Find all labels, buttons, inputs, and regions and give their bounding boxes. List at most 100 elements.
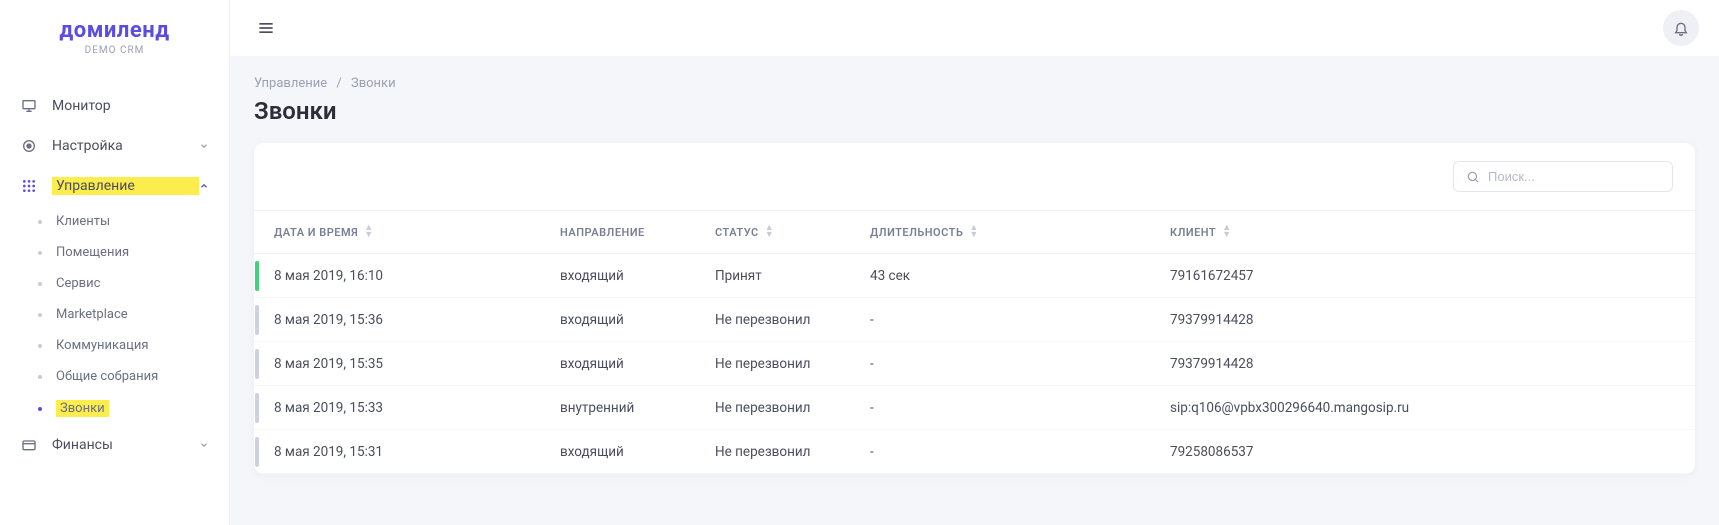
status-bar [255, 393, 259, 423]
cell-direction: входящий [560, 444, 715, 460]
calls-card: ДАТА И ВРЕМЯ ▲▼ НАПРАВЛЕНИЕ СТАТУС ▲▼ ДЛ… [254, 143, 1695, 474]
main: Управление / Звонки Звонки [230, 0, 1719, 525]
sidebar-item-monitor[interactable]: Монитор [0, 86, 229, 126]
sort-icon: ▲▼ [1222, 225, 1231, 239]
th-client[interactable]: КЛИЕНТ ▲▼ [1170, 225, 1695, 239]
cell-status: Не перезвонил [715, 400, 870, 416]
cell-status: Не перезвонил [715, 356, 870, 372]
cell-client: 79379914428 [1170, 312, 1695, 328]
cell-duration: - [870, 444, 1170, 460]
breadcrumb: Управление / Звонки [254, 76, 1695, 91]
bullet-icon [38, 313, 42, 317]
sidebar-item-label: Управление [52, 177, 199, 195]
cell-datetime: 8 мая 2019, 15:35 [260, 356, 560, 372]
cell-datetime: 8 мая 2019, 16:10 [260, 268, 560, 284]
brand-sub: DEMO CRM [20, 45, 209, 56]
table-row[interactable]: 8 мая 2019, 15:35входящийНе перезвонил-7… [254, 342, 1695, 386]
bullet-icon [38, 407, 42, 411]
bullet-icon [38, 375, 42, 379]
cell-duration: - [870, 356, 1170, 372]
sidebar-sub-label: Коммуникация [56, 338, 148, 353]
th-duration[interactable]: ДЛИТЕЛЬНОСТЬ ▲▼ [870, 225, 1170, 239]
status-bar [255, 437, 259, 467]
sidebar-sub-communication[interactable]: Коммуникация [18, 330, 229, 361]
search-input[interactable] [1488, 169, 1664, 184]
cell-direction: входящий [560, 312, 715, 328]
bullet-icon [38, 282, 42, 286]
sidebar-sub-label: Marketplace [56, 307, 128, 322]
th-direction[interactable]: НАПРАВЛЕНИЕ [560, 226, 715, 239]
card-toolbar [254, 143, 1695, 211]
cell-direction: входящий [560, 356, 715, 372]
sidebar-sub-label: Помещения [56, 245, 129, 260]
sidebar-item-label: Финансы [52, 437, 199, 453]
table-row[interactable]: 8 мая 2019, 15:36входящийНе перезвонил-7… [254, 298, 1695, 342]
menu-toggle-button[interactable] [250, 12, 282, 44]
breadcrumb-separator: / [336, 76, 341, 91]
cell-datetime: 8 мая 2019, 15:36 [260, 312, 560, 328]
bullet-icon [38, 251, 42, 255]
status-bar [255, 349, 259, 379]
sidebar-sub-calls[interactable]: Звонки [18, 392, 229, 425]
brand-name: домиленд [20, 18, 209, 43]
sort-icon: ▲▼ [364, 225, 373, 239]
breadcrumb-root[interactable]: Управление [254, 76, 327, 91]
management-subnav: Клиенты Помещения Сервис Marketplace Ком… [0, 206, 229, 425]
bell-icon [1673, 20, 1689, 36]
table-row[interactable]: 8 мая 2019, 15:31входящийНе перезвонил-7… [254, 430, 1695, 474]
cell-datetime: 8 мая 2019, 15:33 [260, 400, 560, 416]
breadcrumb-leaf: Звонки [351, 76, 396, 91]
notifications-button[interactable] [1663, 10, 1699, 46]
table-row[interactable]: 8 мая 2019, 16:10входящийПринят43 сек791… [254, 254, 1695, 298]
cell-direction: входящий [560, 268, 715, 284]
cell-client: 79258086537 [1170, 444, 1695, 460]
sidebar-item-label: Монитор [52, 98, 209, 114]
sort-icon: ▲▼ [765, 225, 774, 239]
chevron-down-icon [199, 141, 209, 151]
cell-status: Не перезвонил [715, 444, 870, 460]
table-header: ДАТА И ВРЕМЯ ▲▼ НАПРАВЛЕНИЕ СТАТУС ▲▼ ДЛ… [254, 211, 1695, 254]
calls-table: ДАТА И ВРЕМЯ ▲▼ НАПРАВЛЕНИЕ СТАТУС ▲▼ ДЛ… [254, 211, 1695, 474]
cell-datetime: 8 мая 2019, 15:31 [260, 444, 560, 460]
table-body: 8 мая 2019, 16:10входящийПринят43 сек791… [254, 254, 1695, 474]
sidebar-sub-marketplace[interactable]: Marketplace [18, 299, 229, 330]
grid-icon [20, 177, 38, 195]
sidebar-sub-meetings[interactable]: Общие собрания [18, 361, 229, 392]
sidebar: домиленд DEMO CRM Монитор Настройка [0, 0, 230, 525]
cell-status: Принят [715, 268, 870, 284]
monitor-icon [20, 97, 38, 115]
sidebar-sub-clients[interactable]: Клиенты [18, 206, 229, 237]
cell-client: 79379914428 [1170, 356, 1695, 372]
bullet-icon [38, 220, 42, 224]
cell-direction: внутренний [560, 400, 715, 416]
cell-duration: - [870, 400, 1170, 416]
page-title: Звонки [254, 97, 1695, 125]
table-row[interactable]: 8 мая 2019, 15:33внутреннийНе перезвонил… [254, 386, 1695, 430]
sidebar-sub-label: Общие собрания [56, 369, 158, 384]
search-icon [1466, 170, 1480, 184]
sidebar-item-label: Настройка [52, 138, 199, 154]
sort-icon: ▲▼ [969, 225, 978, 239]
sidebar-sub-label: Сервис [56, 276, 100, 291]
cell-client: sip:q106@vpbx300296640.mangosip.ru [1170, 400, 1695, 416]
chevron-down-icon [199, 440, 209, 450]
nav: Монитор Настройка Управление [0, 86, 229, 465]
status-bar [255, 261, 259, 291]
content: Управление / Звонки Звонки [230, 56, 1719, 525]
sidebar-item-finance[interactable]: Финансы [0, 425, 229, 465]
target-icon [20, 137, 38, 155]
sidebar-item-settings[interactable]: Настройка [0, 126, 229, 166]
th-datetime[interactable]: ДАТА И ВРЕМЯ ▲▼ [260, 225, 560, 239]
brand-block: домиленд DEMO CRM [0, 0, 229, 66]
sidebar-sub-rooms[interactable]: Помещения [18, 237, 229, 268]
bullet-icon [38, 344, 42, 348]
sidebar-item-management[interactable]: Управление [0, 166, 229, 206]
chevron-up-icon [199, 181, 209, 191]
cell-duration: 43 сек [870, 268, 1170, 284]
cell-status: Не перезвонил [715, 312, 870, 328]
search-box[interactable] [1453, 161, 1673, 192]
sidebar-sub-service[interactable]: Сервис [18, 268, 229, 299]
th-status[interactable]: СТАТУС ▲▼ [715, 225, 870, 239]
sidebar-sub-label: Клиенты [56, 214, 110, 229]
topbar [230, 0, 1719, 56]
